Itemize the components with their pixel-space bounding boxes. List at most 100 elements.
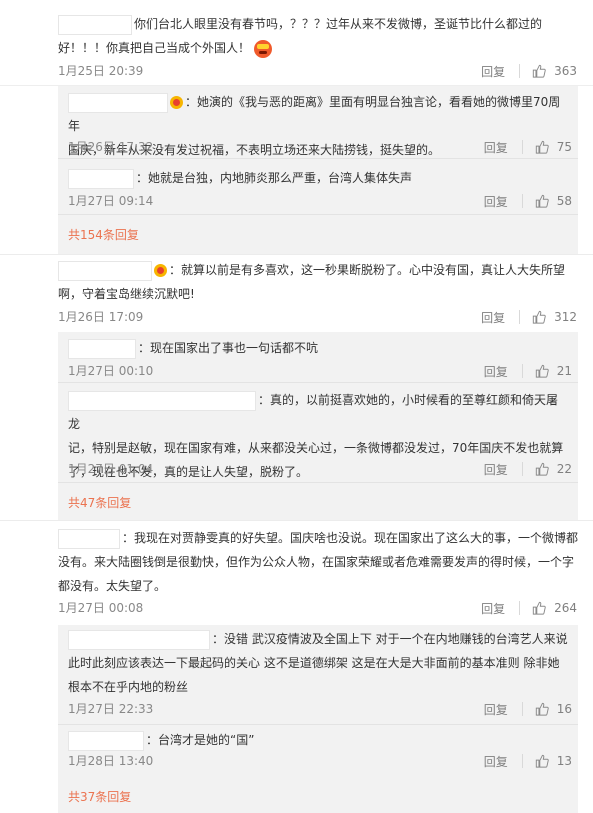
masked-username[interactable] xyxy=(58,14,132,35)
masked-username[interactable] xyxy=(58,260,152,281)
reply-actions: 回复 75 xyxy=(484,138,572,156)
divider xyxy=(521,364,523,378)
reply-button[interactable]: 回复 xyxy=(481,600,505,617)
comment-line: 没有。来大陆圈钱倒是很勤快，但作为公众人物，在国家荣耀或者危难需要发声的得时候，… xyxy=(58,555,575,569)
reply-item: ：真的，以前挺喜欢她的，小时候看的至尊红颜和倚天屠龙 记，特别是赵敏，现在国家有… xyxy=(58,382,578,483)
masked-username[interactable] xyxy=(68,92,168,113)
reply-item: ：没错 武汉疫情波及全国上下 对于一个在内地赚钱的台湾艺人来说 此时此刻应该表达… xyxy=(58,625,578,725)
like-button[interactable]: 13 xyxy=(535,754,572,768)
divider xyxy=(519,64,521,78)
thumbs-up-icon xyxy=(535,140,549,154)
comment-time: 1月27日 00:08 xyxy=(58,601,144,615)
comment-text: ：我现在对贾静雯真的好失望。国庆啥也没说。现在国家出了这么大的事，一个微博都 没… xyxy=(58,526,578,598)
divider xyxy=(521,194,523,208)
like-button[interactable]: 16 xyxy=(535,702,572,716)
like-button[interactable]: 363 xyxy=(532,64,577,78)
like-count: 58 xyxy=(556,194,572,208)
reply-button[interactable]: 回复 xyxy=(481,63,505,80)
reply-time: 1月27日 00:10 xyxy=(68,364,154,378)
reply-line: 记，特别是赵敏，现在国家有难，从来都没关心过，一条微博都没发过，70年国庆不发也… xyxy=(68,441,564,455)
reply-button[interactable]: 回复 xyxy=(484,701,508,718)
masked-username[interactable] xyxy=(68,168,134,189)
divider xyxy=(521,702,523,716)
like-count: 22 xyxy=(556,462,572,476)
reply-line: ：没错 武汉疫情波及全国上下 对于一个在内地赚钱的台湾艺人来说 xyxy=(212,632,568,646)
reply-line: 此时此刻应该表达一下最起码的关心 这不是道德绑架 这是在大是大非面前的基本准则 … xyxy=(68,656,560,670)
thumbs-up-icon xyxy=(535,754,549,768)
reply-time: 1月27日 22:33 xyxy=(68,702,154,716)
more-replies-link[interactable]: 共154条回复 xyxy=(68,226,139,243)
like-button[interactable]: 58 xyxy=(535,194,572,208)
reply-line: ：台湾才是她的“国” xyxy=(146,733,255,747)
comment-time: 1月26日 17:09 xyxy=(58,310,144,324)
like-button[interactable]: 22 xyxy=(535,462,572,476)
thumbs-up-icon xyxy=(532,64,546,78)
like-button[interactable]: 75 xyxy=(535,140,572,154)
divider xyxy=(519,310,521,324)
comment-list: 你们台北人眼里没有春节吗，？？？过年从来不发微博，圣诞节比什么都过的 好！！！你… xyxy=(0,0,593,813)
like-button[interactable]: 312 xyxy=(532,310,577,324)
angry-emoji-icon xyxy=(254,39,273,58)
like-button[interactable]: 21 xyxy=(535,364,572,378)
reply-line: ：她就是台独，内地肺炎那么严重，台湾人集体失声 xyxy=(136,171,413,185)
reply-item: ：她演的《我与恶的距离》里面有明显台独言论，看看她的微博里70周年 国庆，新年从… xyxy=(58,86,578,159)
reply-button[interactable]: 回复 xyxy=(484,193,508,210)
reply-line: 根本不在乎内地的粉丝 xyxy=(68,680,189,694)
reply-item: ：台湾才是她的“国” 1月28日 13:40 回复 13 xyxy=(58,724,578,776)
like-count: 21 xyxy=(556,364,572,378)
reply-time: 1月28日 13:40 xyxy=(68,754,154,768)
divider xyxy=(521,754,523,768)
reply-actions: 回复 16 xyxy=(484,700,572,718)
divider xyxy=(521,140,523,154)
reply-text: ：她就是台独，内地肺炎那么严重，台湾人集体失声 xyxy=(68,166,568,190)
thumbs-up-icon xyxy=(535,194,549,208)
thumbs-up-icon xyxy=(535,702,549,716)
like-button[interactable]: 264 xyxy=(532,601,577,615)
reply-text: ：现在国家出了事也一句话都不吭 xyxy=(68,336,568,360)
thumbs-up-icon xyxy=(535,364,549,378)
masked-username[interactable] xyxy=(68,390,256,411)
reply-button[interactable]: 回复 xyxy=(484,139,508,156)
like-count: 363 xyxy=(554,64,577,78)
masked-username[interactable] xyxy=(68,338,136,359)
comment-actions: 回复 312 xyxy=(481,308,577,326)
reply-box: ：没错 武汉疫情波及全国上下 对于一个在内地赚钱的台湾艺人来说 此时此刻应该表达… xyxy=(58,625,578,813)
comment-line: ：我现在对贾静雯真的好失望。国庆啥也没说。现在国家出了这么大的事，一个微博都 xyxy=(122,531,579,545)
reply-button[interactable]: 回复 xyxy=(481,309,505,326)
comment-text: ：就算以前是有多喜欢，这一秒果断脱粉了。心中没有国，真让人大失所望 啊，守着宝岛… xyxy=(58,258,578,306)
reply-item: ：她就是台独，内地肺炎那么严重，台湾人集体失声 1月27日 09:14 回复 5… xyxy=(58,158,578,215)
comment-line: 好！！！你真把自己当成个外国人！ xyxy=(58,41,251,55)
reply-text: ：台湾才是她的“国” xyxy=(68,728,568,752)
thumbs-up-icon xyxy=(532,601,546,615)
more-replies-link[interactable]: 共47条回复 xyxy=(68,494,131,511)
reply-actions: 回复 58 xyxy=(484,192,572,210)
reply-time: 1月26日 17:32 xyxy=(68,140,154,154)
masked-username[interactable] xyxy=(58,528,120,549)
like-count: 312 xyxy=(554,310,577,324)
more-replies-link[interactable]: 共37条回复 xyxy=(68,788,131,805)
reply-time: 1月27日 09:14 xyxy=(68,194,154,208)
vip-badge-icon xyxy=(154,264,167,277)
reply-box: ：她演的《我与恶的距离》里面有明显台独言论，看看她的微博里70周年 国庆，新年从… xyxy=(58,86,578,254)
reply-button[interactable]: 回复 xyxy=(484,753,508,770)
comment-time: 1月25日 20:39 xyxy=(58,64,144,78)
reply-time: 1月27日 01:04 xyxy=(68,462,154,476)
comment-actions: 回复 363 xyxy=(481,62,577,80)
comment-line: 你们台北人眼里没有春节吗，？？？过年从来不发微博，圣诞节比什么都过的 xyxy=(134,17,543,31)
like-count: 264 xyxy=(554,601,577,615)
reply-button[interactable]: 回复 xyxy=(484,363,508,380)
divider xyxy=(519,601,521,615)
comment-line: 啊，守着宝岛继续沉默吧! xyxy=(58,287,195,301)
like-count: 13 xyxy=(556,754,572,768)
masked-username[interactable] xyxy=(68,730,144,751)
like-count: 16 xyxy=(556,702,572,716)
reply-item: ：现在国家出了事也一句话都不吭 1月27日 00:10 回复 21 xyxy=(58,332,578,383)
reply-actions: 回复 21 xyxy=(484,362,572,380)
comment-line: ：就算以前是有多喜欢，这一秒果断脱粉了。心中没有国，真让人大失所望 xyxy=(169,263,566,277)
reply-button[interactable]: 回复 xyxy=(484,461,508,478)
divider xyxy=(521,462,523,476)
masked-username[interactable] xyxy=(68,629,210,650)
comment-actions: 回复 264 xyxy=(481,599,577,617)
comment-line: 都没有。太失望了。 xyxy=(58,579,167,593)
reply-box: ：现在国家出了事也一句话都不吭 1月27日 00:10 回复 21 ：真的，以前… xyxy=(58,332,578,520)
